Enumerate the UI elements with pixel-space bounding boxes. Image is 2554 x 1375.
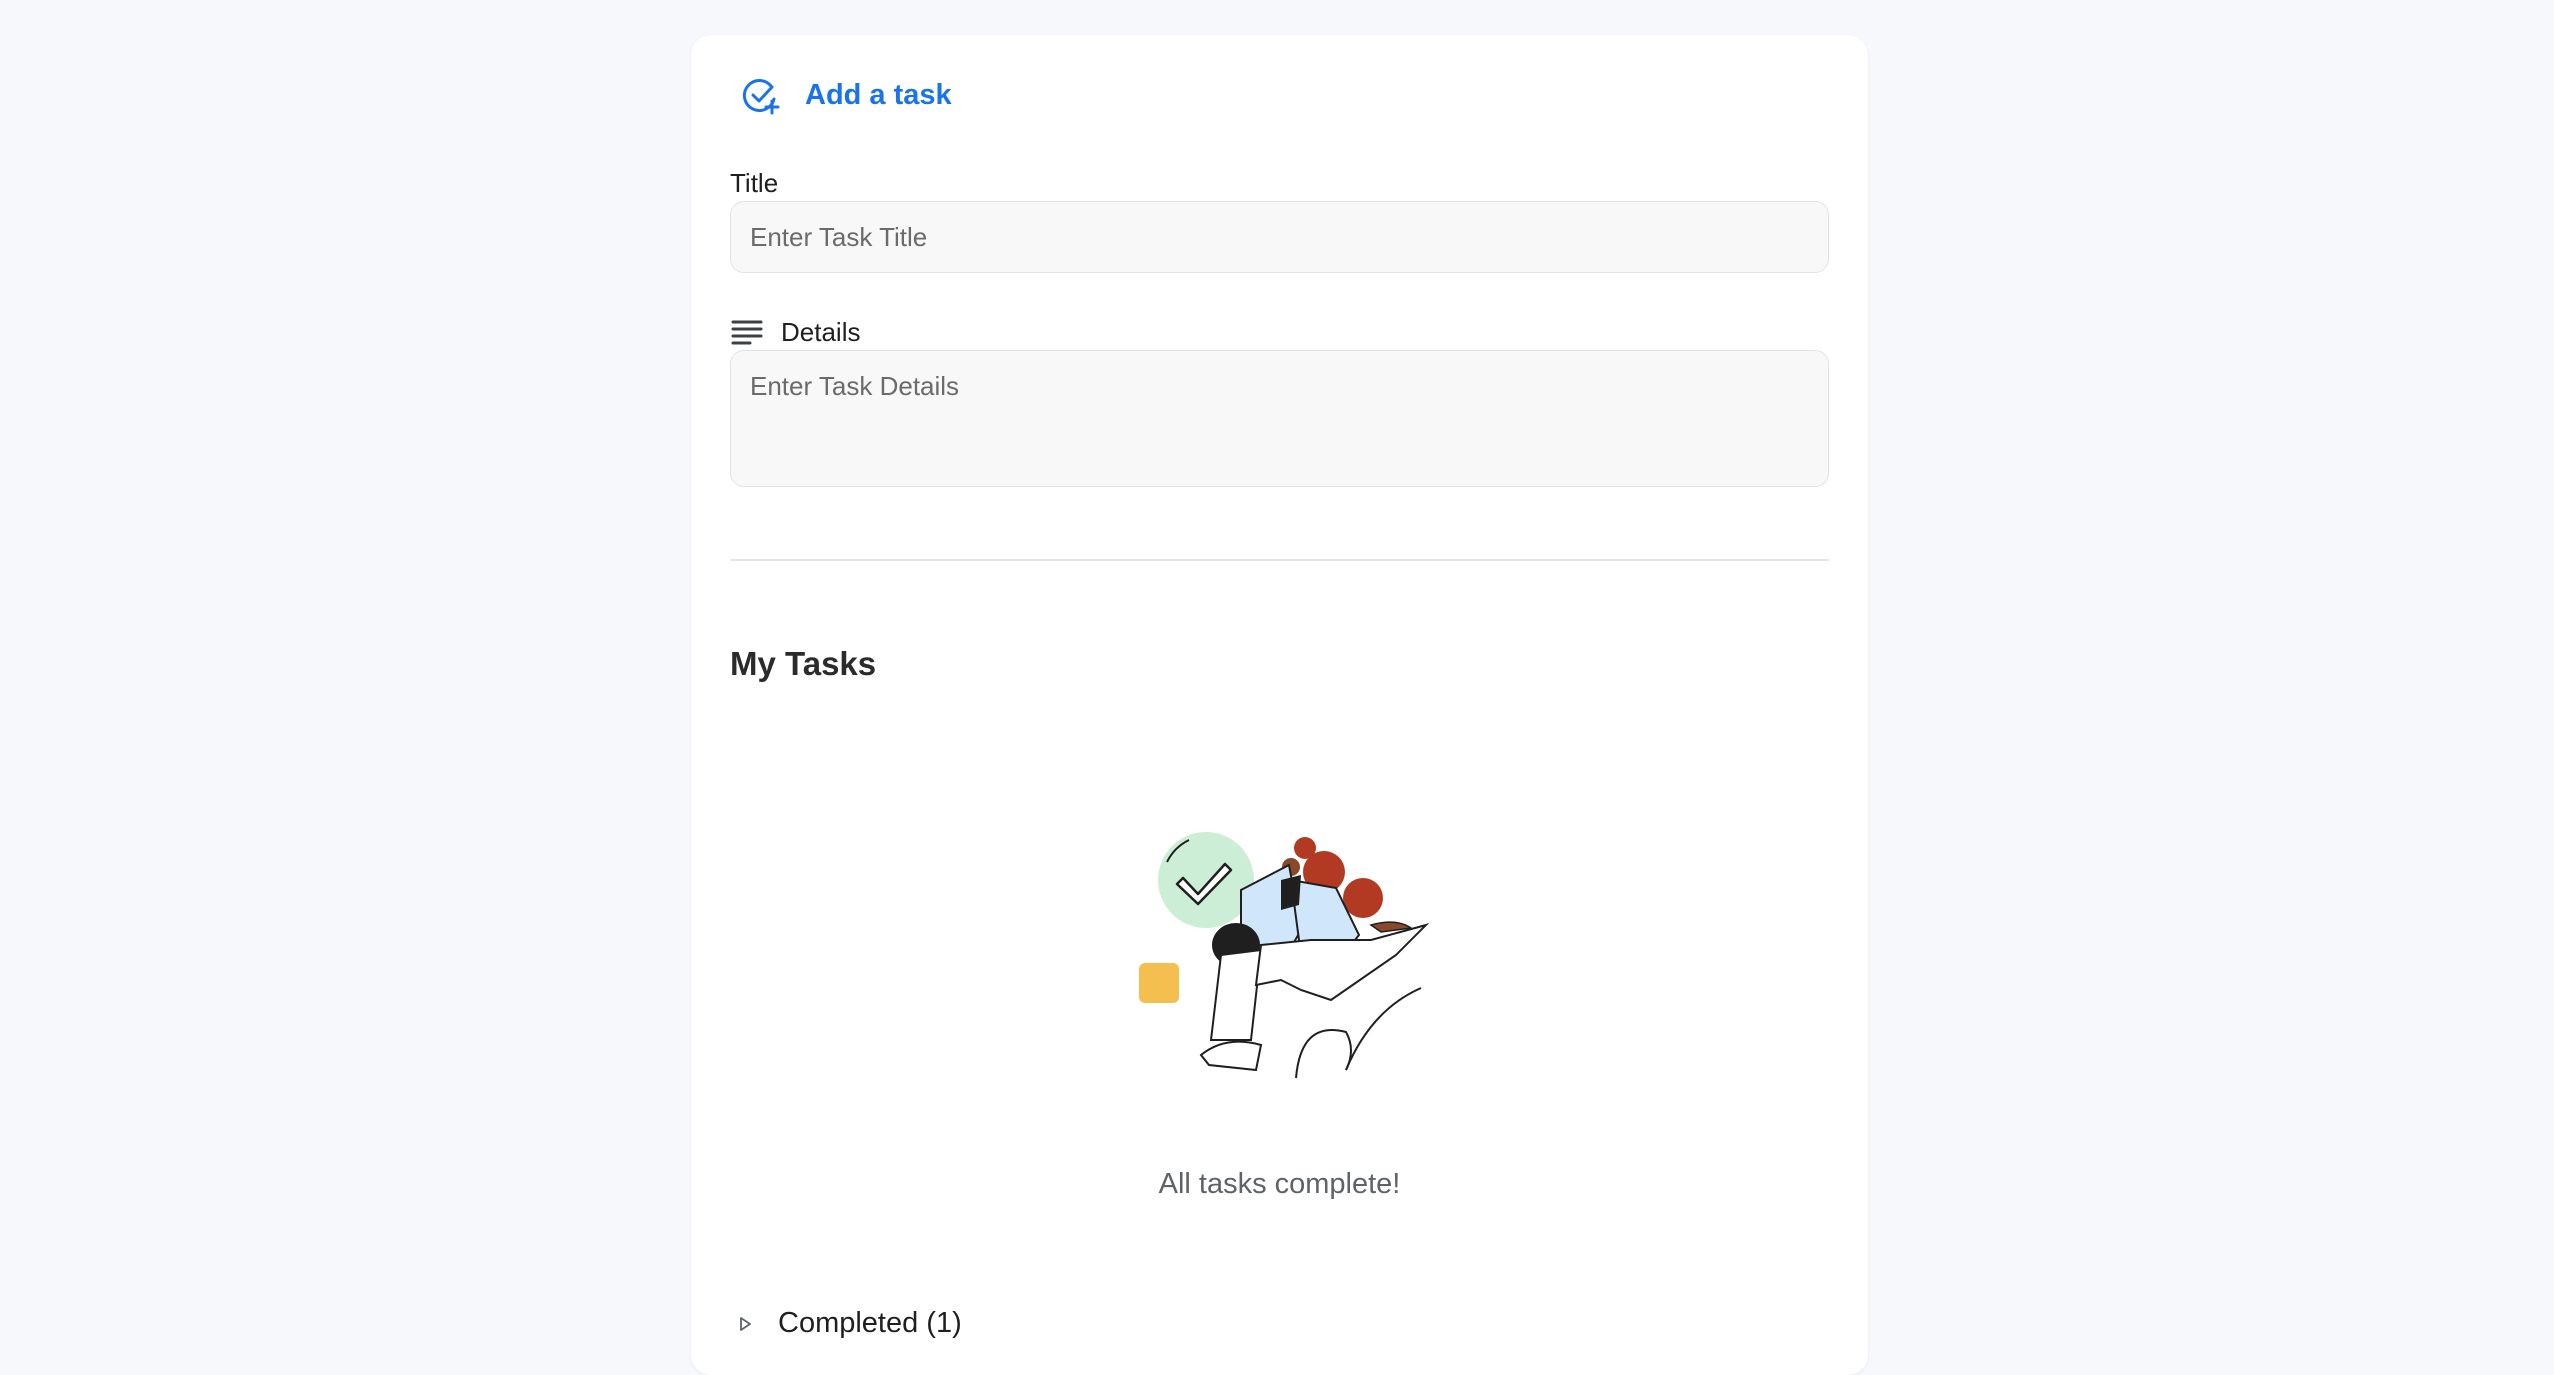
details-label: Details	[781, 316, 861, 347]
empty-state-message: All tasks complete!	[1158, 1168, 1401, 1200]
tasks-complete-illustration	[1131, 770, 1451, 1080]
task-details-input[interactable]	[730, 350, 1829, 487]
tasks-card: Add a task Title Details My Tasks	[691, 35, 1868, 1375]
notes-lines-icon	[730, 315, 764, 349]
title-label: Title	[730, 168, 779, 198]
expand-triangle-icon	[736, 1315, 754, 1333]
completed-label: Completed (1)	[778, 1307, 962, 1339]
add-task-button[interactable]: Add a task	[741, 75, 952, 115]
add-task-label: Add a task	[805, 78, 952, 111]
completed-section-toggle[interactable]: Completed (1)	[736, 1307, 962, 1340]
add-task-icon	[741, 75, 781, 115]
my-tasks-heading: My Tasks	[730, 645, 877, 682]
details-label-row: Details	[730, 315, 860, 349]
task-title-input[interactable]	[730, 201, 1829, 273]
divider	[730, 559, 1829, 561]
